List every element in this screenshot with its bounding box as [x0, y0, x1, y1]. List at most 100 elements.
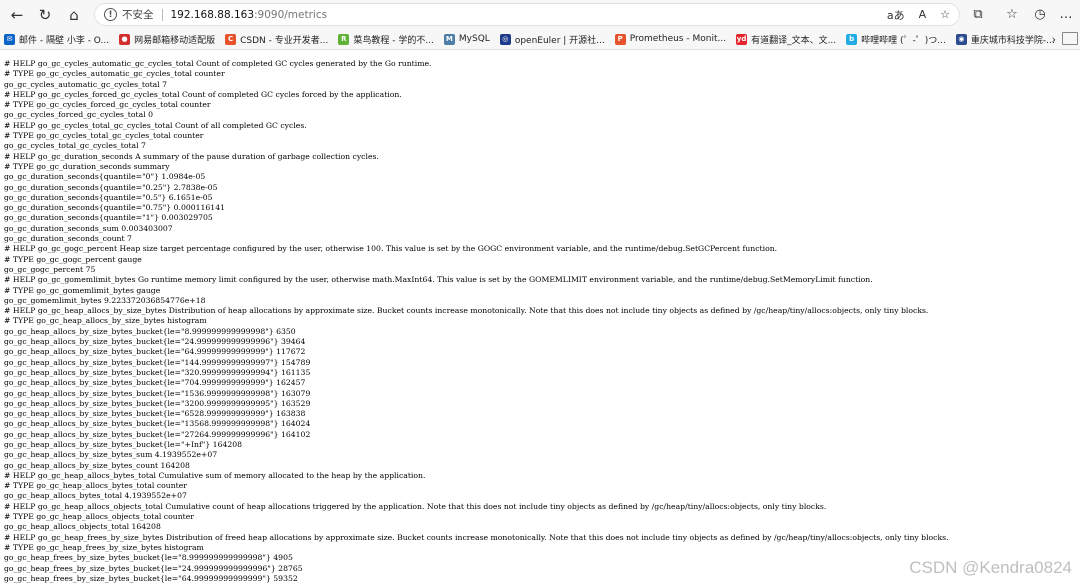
bookmark-item[interactable]: M MySQL [440, 29, 494, 49]
metrics-line: go_gc_cycles_forced_gc_cycles_total 0 [4, 110, 153, 120]
metrics-line: # HELP go_gc_cycles_automatic_gc_cycles_… [4, 59, 432, 68]
read-aloud-icon[interactable]: aあ [887, 7, 905, 23]
metrics-line: go_gc_heap_allocs_by_size_bytes_bucket{l… [4, 388, 311, 398]
metrics-line: go_gc_heap_allocs_by_size_bytes_bucket{l… [4, 398, 311, 408]
metrics-line: go_gc_heap_allocs_by_size_bytes_bucket{l… [4, 367, 311, 377]
bookmark-label: MySQL [458, 34, 490, 44]
browser-toolbar: ← ↻ ⌂ ! 不安全 192.168.88.163 :9090/metrics… [0, 0, 1080, 29]
bookmark-label: 网易邮箱移动适配版 [134, 35, 216, 46]
metrics-line: # TYPE go_gc_heap_allocs_by_size_bytes h… [4, 316, 207, 326]
bookmark-favicon-icon: P [614, 33, 626, 45]
metrics-line: go_gc_gogc_percent 75 [4, 264, 96, 274]
refresh-icon[interactable]: ↻ [34, 4, 56, 26]
bookmark-item[interactable]: P Prometheus - Monit... [611, 29, 730, 49]
metrics-line: go_gc_heap_allocs_by_size_bytes_bucket{l… [4, 326, 296, 336]
metrics-line: # TYPE go_gc_cycles_automatic_gc_cycles_… [4, 69, 225, 79]
metrics-line: go_gc_duration_seconds{quantile="0.75"} … [4, 203, 225, 213]
folder-icon[interactable] [1062, 32, 1078, 45]
bookmark-favicon-icon: C [225, 33, 237, 45]
metrics-line: go_gc_duration_seconds{quantile="0.25"} … [4, 182, 218, 192]
extensions-icon[interactable]: ⧉ [968, 4, 988, 24]
bookmark-favicon-icon: ◉ [955, 33, 967, 45]
bookmark-favicon-icon: b [846, 33, 858, 45]
metrics-line: # TYPE go_gc_heap_allocs_objects_total c… [4, 512, 194, 522]
favorite-star-icon[interactable]: ☆ [940, 8, 950, 21]
bookmark-label: openEuler | 开源社... [514, 35, 605, 46]
metrics-line: # TYPE go_gc_gogc_percent gauge [4, 254, 142, 264]
metrics-line: # TYPE go_gc_cycles_total_gc_cycles_tota… [4, 131, 204, 141]
bookmarks-overflow-icon[interactable]: › [1052, 29, 1056, 49]
metrics-line: # HELP go_gc_cycles_total_gc_cycles_tota… [4, 120, 307, 130]
metrics-line: go_gc_heap_allocs_by_size_bytes_sum 4.19… [4, 450, 218, 460]
bookmark-favicon-icon: R [338, 33, 350, 45]
bookmark-label: 邮件 - 隔壁 小李 - O... [19, 35, 110, 46]
warning-icon[interactable]: ! [104, 8, 117, 21]
back-icon[interactable]: ← [6, 4, 28, 26]
bookmark-label: CSDN - 专业开发者... [240, 35, 329, 46]
metrics-line: # HELP go_gc_cycles_forced_gc_cycles_tot… [4, 89, 402, 99]
metrics-line: # TYPE go_gc_heap_allocs_bytes_total cou… [4, 481, 187, 491]
metrics-line: # HELP go_gc_heap_allocs_objects_total C… [4, 501, 827, 511]
bookmarks-bar: ✉ 邮件 - 隔壁 小李 - O... ● 网易邮箱移动适配版 C CSDN - 专业开发… [0, 29, 1080, 50]
favorites-bar-icon[interactable]: ☆ [1002, 4, 1022, 24]
bookmark-label: Prometheus - Monit... [629, 34, 727, 44]
metrics-text: # HELP go_gc_cycles_automatic_gc_cycles_… [4, 59, 1074, 584]
bookmark-favicon-icon: ✉ [4, 33, 15, 45]
address-bar[interactable]: ! 不安全 192.168.88.163 :9090/metrics aあ A … [94, 3, 960, 26]
metrics-line: go_gc_duration_seconds_count 7 [4, 234, 132, 244]
bookmark-item[interactable]: C CSDN - 专业开发者... [221, 29, 332, 49]
bookmark-label: 菜鸟教程 - 学的不... [353, 35, 434, 46]
metrics-line: go_gc_duration_seconds{quantile="0"} 1.0… [4, 172, 206, 182]
metrics-line: go_gc_heap_allocs_by_size_bytes_bucket{l… [4, 409, 306, 419]
security-label[interactable]: 不安全 [122, 7, 154, 22]
bookmark-item[interactable]: ◉ 重庆城市科技学院-... [952, 29, 1059, 49]
metrics-line: # HELP go_gc_duration_seconds A summary … [4, 151, 379, 161]
metrics-line: go_gc_heap_allocs_by_size_bytes_bucket{l… [4, 378, 306, 388]
bookmark-favicon-icon: ● [119, 33, 131, 45]
bookmark-item[interactable]: yd 有道翻译_文本、文... [732, 29, 840, 49]
metrics-line: # TYPE go_gc_heap_frees_by_size_bytes hi… [4, 542, 204, 552]
metrics-line: # HELP go_gc_heap_allocs_by_size_bytes D… [4, 306, 929, 316]
metrics-line: go_gc_duration_seconds_sum 0.003403007 [4, 223, 173, 233]
metrics-line: # TYPE go_gc_cycles_forced_gc_cycles_tot… [4, 100, 211, 110]
metrics-line: # HELP go_gc_heap_allocs_bytes_total Cum… [4, 470, 426, 480]
divider [161, 8, 163, 21]
metrics-line: go_gc_duration_seconds{quantile="1"} 0.0… [4, 213, 213, 223]
bookmark-label: 有道翻译_文本、文... [751, 35, 837, 46]
bookmark-item[interactable]: ◎ openEuler | 开源社... [496, 29, 609, 49]
watermark: CSDN @Kendra0824 [909, 558, 1072, 577]
metrics-line: # TYPE go_gc_duration_seconds summary [4, 161, 170, 171]
bookmark-item[interactable]: R 菜鸟教程 - 学的不... [334, 29, 438, 49]
bookmark-favicon-icon: M [443, 33, 455, 45]
metrics-line: go_gc_gomemlimit_bytes 9.223372036854776… [4, 295, 206, 305]
metrics-line: go_gc_heap_allocs_by_size_bytes_bucket{l… [4, 439, 243, 449]
bookmark-item[interactable]: ● 网易邮箱移动适配版 [115, 29, 219, 49]
bookmark-favicon-icon: yd [736, 33, 748, 45]
metrics-line: go_gc_heap_allocs_by_size_bytes_count 16… [4, 460, 190, 470]
more-menu-icon[interactable]: … [1056, 4, 1076, 24]
history-icon[interactable]: ◷ [1030, 4, 1050, 24]
bookmark-favicon-icon: ◎ [499, 33, 511, 45]
bookmark-label: 重庆城市科技学院-... [970, 35, 1055, 46]
text-size-icon[interactable]: A [919, 8, 927, 21]
metrics-line: go_gc_duration_seconds{quantile="0.5"} 6… [4, 192, 213, 202]
metrics-line: go_gc_heap_allocs_by_size_bytes_bucket{l… [4, 429, 311, 439]
home-icon[interactable]: ⌂ [63, 4, 85, 26]
metrics-line: # HELP go_gc_gogc_percent Heap size targ… [4, 244, 778, 254]
metrics-line: go_gc_cycles_automatic_gc_cycles_total 7 [4, 79, 168, 89]
bookmark-item[interactable]: b 哔哩哔哩 (゜-゜)つ... [842, 29, 950, 49]
bookmark-item[interactable]: ✉ 邮件 - 隔壁 小李 - O... [0, 29, 113, 49]
url-host[interactable]: 192.168.88.163 [171, 9, 255, 21]
metrics-line: go_gc_cycles_total_gc_cycles_total 7 [4, 141, 146, 151]
bookmark-label: 哔哩哔哩 (゜-゜)つ... [861, 35, 946, 46]
metrics-line: go_gc_heap_allocs_by_size_bytes_bucket{l… [4, 347, 306, 357]
metrics-line: # HELP go_gc_gomemlimit_bytes Go runtime… [4, 275, 873, 285]
metrics-line: # TYPE go_gc_gomemlimit_bytes gauge [4, 285, 161, 295]
metrics-line: # HELP go_gc_heap_frees_by_size_bytes Di… [4, 532, 949, 542]
metrics-line: go_gc_heap_allocs_by_size_bytes_bucket{l… [4, 419, 311, 429]
metrics-line: go_gc_heap_allocs_objects_total 164208 [4, 522, 161, 532]
url-path[interactable]: :9090/metrics [254, 9, 327, 21]
metrics-line: go_gc_heap_allocs_by_size_bytes_bucket{l… [4, 357, 311, 367]
metrics-line: go_gc_heap_allocs_bytes_total 4.1939552e… [4, 491, 187, 501]
metrics-line: go_gc_heap_allocs_by_size_bytes_bucket{l… [4, 337, 306, 347]
